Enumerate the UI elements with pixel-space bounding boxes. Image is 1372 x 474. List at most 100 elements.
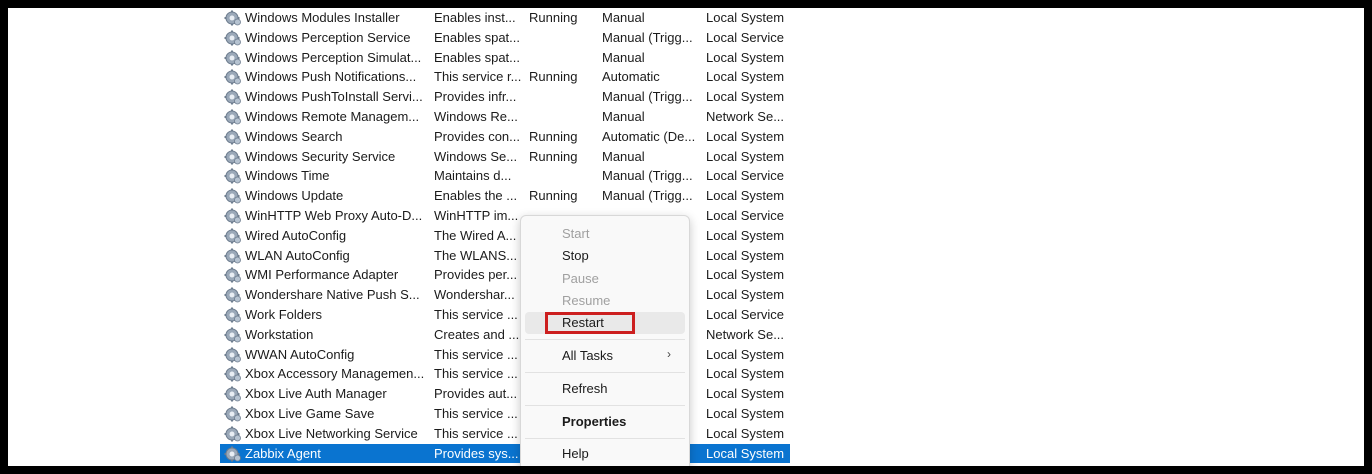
service-description: WinHTTP im... [434, 207, 519, 223]
service-row[interactable]: Windows Perception Service Enables spat.… [220, 28, 790, 48]
service-row[interactable]: Xbox Live Networking Service This servic… [220, 424, 790, 444]
services-list: Windows Modules Installer Enables inst..… [220, 8, 790, 464]
service-row[interactable]: Xbox Live Auth Manager Provides aut... L… [220, 384, 790, 404]
service-log-on-as: Local System [706, 128, 785, 144]
service-name: Xbox Live Game Save [245, 405, 375, 421]
service-log-on-as: Local System [706, 10, 785, 25]
service-row[interactable]: Windows Push Notifications... This servi… [220, 67, 790, 87]
service-name: Xbox Live Auth Manager [245, 386, 387, 402]
service-description: Provides aut... [434, 386, 518, 402]
chevron-right-icon: › [667, 347, 671, 361]
menu-item-stop[interactable]: Stop [525, 245, 685, 267]
service-name: Windows Security Service [245, 148, 396, 164]
service-log-on-as: Local System [706, 366, 785, 382]
service-name: WinHTTP Web Proxy Auto-D... [245, 207, 423, 223]
service-log-on-as: Local System [706, 445, 785, 461]
service-log-on-as: Local System [706, 267, 785, 283]
menu-item-help[interactable]: Help [525, 443, 685, 465]
service-description: Provides sys... [434, 445, 519, 461]
gear-service-icon [224, 29, 242, 47]
service-name: Wondershare Native Push S... [245, 287, 420, 303]
service-startup-type: Automatic (De... [602, 128, 696, 144]
service-log-on-as: Network Se... [706, 108, 785, 124]
screenshot-frame: Windows Modules Installer Enables inst..… [0, 0, 1372, 474]
service-description: Creates and ... [434, 326, 520, 342]
menu-separator [525, 372, 685, 373]
service-log-on-as: Local Service [706, 29, 785, 45]
service-description: The Wired A... [434, 227, 517, 243]
menu-item-resume-label: Resume [562, 293, 611, 308]
menu-item-properties-label: Properties [562, 414, 627, 429]
menu-separator [525, 438, 685, 439]
service-log-on-as: Local System [706, 188, 785, 204]
gear-service-icon [224, 266, 242, 284]
service-row[interactable]: Work Folders This service ... Local Serv… [220, 305, 790, 325]
service-row[interactable]: WinHTTP Web Proxy Auto-D... WinHTTP im..… [220, 206, 790, 226]
menu-item-start-label: Start [562, 226, 590, 241]
gear-service-icon [224, 286, 242, 304]
service-row[interactable]: Wired AutoConfig The Wired A... Local Sy… [220, 226, 790, 246]
service-name: Work Folders [245, 306, 323, 322]
service-log-on-as: Local System [706, 346, 785, 362]
service-log-on-as: Local System [706, 69, 785, 85]
gear-service-icon [224, 346, 242, 364]
service-row[interactable]: Windows PushToInstall Servi... Provides … [220, 87, 790, 107]
service-log-on-as: Local System [706, 287, 785, 303]
service-row[interactable]: WWAN AutoConfig This service ... Local S… [220, 345, 790, 365]
gear-service-icon [224, 9, 242, 27]
restart-highlight-box [545, 312, 635, 334]
service-log-on-as: Network Se... [706, 326, 785, 342]
service-log-on-as: Local System [706, 148, 785, 164]
service-row[interactable]: Windows Perception Simulat... Enables sp… [220, 48, 790, 68]
service-row[interactable]: Windows Remote Managem... Windows Re... … [220, 107, 790, 127]
service-name: Windows Update [245, 188, 344, 204]
service-row[interactable]: Xbox Live Game Save This service ... Loc… [220, 404, 790, 424]
service-log-on-as: Local System [706, 386, 785, 402]
service-row[interactable]: Xbox Accessory Managemen... This service… [220, 364, 790, 384]
service-name: Xbox Live Networking Service [245, 425, 418, 441]
service-row[interactable]: Windows Time Maintains d... Manual (Trig… [220, 166, 790, 186]
gear-service-icon [224, 68, 242, 86]
service-log-on-as: Local System [706, 227, 785, 243]
service-row[interactable]: Workstation Creates and ... Network Se..… [220, 325, 790, 345]
service-startup-type: Manual (Trigg... [602, 89, 693, 105]
service-description: This service r... [434, 69, 522, 85]
service-row[interactable]: Wondershare Native Push S... Wondershar.… [220, 285, 790, 305]
service-row[interactable]: Zabbix Agent Provides sys... Local Syste… [220, 443, 790, 464]
gear-service-icon [224, 365, 242, 383]
menu-item-resume[interactable]: Resume [525, 290, 685, 312]
service-log-on-as: Local Service [706, 306, 785, 322]
service-row[interactable]: Windows Security Service Windows Se... R… [220, 147, 790, 167]
service-description: Windows Re... [434, 108, 518, 124]
service-name: Windows PushToInstall Servi... [245, 89, 423, 105]
service-row[interactable]: Windows Update Enables the ... Running M… [220, 186, 790, 206]
gear-service-icon [224, 148, 242, 166]
menu-item-refresh-label: Refresh [562, 381, 608, 396]
service-name: WWAN AutoConfig [245, 346, 355, 362]
gear-service-icon [224, 128, 242, 146]
gear-service-icon [224, 108, 242, 126]
service-row[interactable]: Windows Modules Installer Enables inst..… [220, 8, 790, 28]
service-description: Windows Se... [434, 148, 518, 164]
service-log-on-as: Local Service [706, 168, 785, 184]
service-name: Windows Remote Managem... [245, 108, 420, 124]
service-name: Wired AutoConfig [245, 227, 347, 243]
gear-service-icon [224, 326, 242, 344]
service-status: Running [529, 148, 578, 164]
service-name: Windows Search [245, 128, 343, 144]
menu-item-refresh[interactable]: Refresh [525, 378, 685, 400]
menu-item-properties[interactable]: Properties [525, 411, 685, 433]
service-row[interactable]: Windows Search Provides con... Running A… [220, 127, 790, 147]
service-row[interactable]: WMI Performance Adapter Provides per... … [220, 265, 790, 285]
gear-service-icon [224, 247, 242, 265]
menu-item-pause[interactable]: Pause [525, 268, 685, 290]
service-description: This service ... [434, 366, 518, 382]
service-row[interactable]: WLAN AutoConfig The WLANS... Local Syste… [220, 246, 790, 266]
gear-service-icon [224, 385, 242, 403]
menu-item-all-tasks[interactable]: All Tasks › [525, 345, 685, 367]
menu-item-start[interactable]: Start [525, 223, 685, 245]
service-description: Provides infr... [434, 89, 517, 105]
service-log-on-as: Local System [706, 247, 785, 263]
service-startup-type: Manual (Trigg... [602, 188, 693, 204]
service-log-on-as: Local System [706, 425, 785, 441]
